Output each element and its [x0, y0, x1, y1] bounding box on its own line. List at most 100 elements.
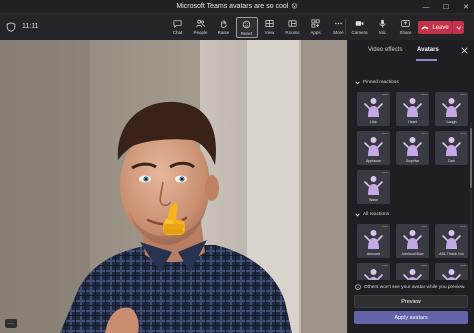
avatar-video-image — [0, 40, 347, 333]
people-button[interactable]: People — [190, 17, 212, 38]
reaction-label: Applause — [366, 159, 381, 163]
reaction-card[interactable]: ··· Laugh — [435, 92, 468, 126]
shield-icon[interactable] — [6, 22, 16, 32]
avatars-panel: Video effects Avatars Pinned reactions ·… — [347, 40, 474, 333]
reaction-label: Like — [370, 120, 377, 124]
minimize-button[interactable]: — — [422, 4, 430, 11]
reaction-label: Wave — [368, 198, 379, 202]
avatar-figure-icon — [442, 137, 461, 156]
avatar-figure-icon — [403, 230, 422, 249]
avatar-figure-icon — [442, 230, 461, 249]
avatar-figure-icon — [403, 98, 422, 117]
maximize-button[interactable]: ☐ — [442, 3, 450, 11]
raise-hand-button[interactable]: Raise — [213, 17, 235, 38]
apps-icon — [311, 19, 320, 28]
camera-label: Camera — [351, 30, 368, 35]
reaction-label: ASL Thank You — [439, 252, 464, 256]
reaction-card[interactable]: ··· Amused — [357, 224, 390, 258]
active-tab-indicator — [416, 59, 437, 61]
react-label: React — [240, 31, 253, 36]
leave-options-button[interactable] — [452, 21, 464, 34]
avatar-figure-icon — [364, 230, 383, 249]
reaction-card[interactable]: ··· Applause — [357, 131, 390, 165]
more-button[interactable]: More — [328, 17, 350, 38]
hang-up-icon — [421, 26, 429, 30]
view-icon — [265, 19, 274, 28]
teams-window: Microsoft Teams avatars are so cool 😮 — … — [0, 0, 474, 333]
avatar-figure-icon — [442, 98, 461, 117]
mic-icon — [379, 19, 386, 28]
scrollbar-thumb[interactable] — [470, 128, 472, 188]
reaction-label: Laugh — [446, 120, 457, 124]
preview-info-text: Others won't see your avatar while you p… — [364, 284, 466, 290]
reaction-card[interactable]: ··· ASL Thank You — [435, 224, 468, 258]
reaction-card[interactable]: ··· Like — [357, 92, 390, 126]
meeting-toolbar: 11:11 Chat People Raise React View Rooms… — [0, 14, 474, 40]
raise-hand-icon — [221, 19, 227, 28]
chat-button[interactable]: Chat — [167, 17, 189, 38]
leave-button[interactable]: Leave — [418, 21, 452, 34]
pinned-reactions-title: Pinned reactions — [363, 80, 399, 85]
react-icon — [242, 20, 251, 29]
close-icon[interactable] — [460, 46, 469, 55]
chevron-down-icon — [355, 213, 360, 216]
title-emoji: 😮 — [291, 4, 298, 10]
avatar-figure-icon — [364, 137, 383, 156]
more-icon — [335, 22, 342, 25]
camera-button[interactable]: Camera — [349, 17, 371, 38]
pinned-reactions-header[interactable]: Pinned reactions — [355, 80, 399, 85]
share-button[interactable]: Share — [395, 17, 417, 38]
reaction-card[interactable]: ··· Surprise — [396, 131, 429, 165]
leave-label: Leave — [432, 24, 449, 31]
tab-avatars[interactable]: Avatars — [417, 47, 439, 53]
rooms-icon — [288, 20, 297, 27]
chevron-down-icon — [455, 25, 462, 30]
view-label: View — [264, 30, 275, 35]
chat-icon — [173, 20, 182, 28]
reaction-card[interactable]: ··· Wave — [357, 170, 390, 204]
avatar-figure-icon — [403, 137, 422, 156]
react-button[interactable]: React — [235, 17, 258, 38]
share-label: Share — [399, 30, 412, 35]
rooms-label: Rooms — [285, 30, 300, 35]
reaction-card[interactable]: ··· Armlocal Bow — [396, 224, 429, 258]
raise-label: Raise — [217, 30, 230, 35]
reaction-label: Amused — [366, 252, 381, 256]
meeting-actions: Chat People Raise React View Rooms Apps … — [166, 17, 350, 38]
mic-button[interactable]: Mic — [372, 17, 394, 38]
video-feed: ··· — [0, 40, 347, 333]
more-label: More — [333, 30, 344, 35]
preview-info: Others won't see your avatar while you p… — [355, 284, 465, 290]
mic-label: Mic — [379, 30, 386, 35]
media-controls: Camera Mic Share — [348, 17, 417, 38]
people-label: People — [193, 30, 208, 35]
reaction-label: Heart — [408, 120, 417, 124]
view-button[interactable]: View — [259, 17, 281, 38]
tab-video-effects[interactable]: Video effects — [368, 47, 402, 53]
reaction-label: Surprise — [405, 159, 420, 163]
preview-button[interactable]: Preview — [354, 295, 468, 308]
people-icon — [196, 19, 205, 28]
toolbar-divider — [345, 19, 346, 35]
rooms-button[interactable]: Rooms — [282, 17, 304, 38]
chevron-down-icon — [355, 81, 360, 84]
meeting-timer: 11:11 — [22, 23, 39, 30]
window-title: Microsoft Teams avatars are so cool — [176, 3, 289, 10]
panel-tabs: Video effects Avatars — [348, 40, 474, 62]
video-more-button[interactable]: ··· — [5, 319, 17, 328]
window-controls: — ☐ ✕ — [422, 0, 470, 14]
reaction-label: Dab — [448, 159, 455, 163]
info-icon — [355, 284, 361, 290]
avatar-figure-icon — [364, 98, 383, 117]
share-icon — [401, 20, 410, 27]
reaction-label: Armlocal Bow — [401, 252, 424, 256]
title-bar: Microsoft Teams avatars are so cool 😮 — … — [0, 0, 474, 14]
panel-footer: Others won't see your avatar while you p… — [348, 280, 474, 333]
all-reactions-header[interactable]: All reactions — [355, 212, 389, 217]
reaction-card[interactable]: ··· Heart — [396, 92, 429, 126]
apply-avatars-button[interactable]: Apply avatars — [354, 311, 468, 324]
chat-label: Chat — [172, 30, 183, 35]
close-window-button[interactable]: ✕ — [462, 3, 470, 11]
reaction-card[interactable]: ··· Dab — [435, 131, 468, 165]
apps-button[interactable]: Apps — [305, 17, 327, 38]
